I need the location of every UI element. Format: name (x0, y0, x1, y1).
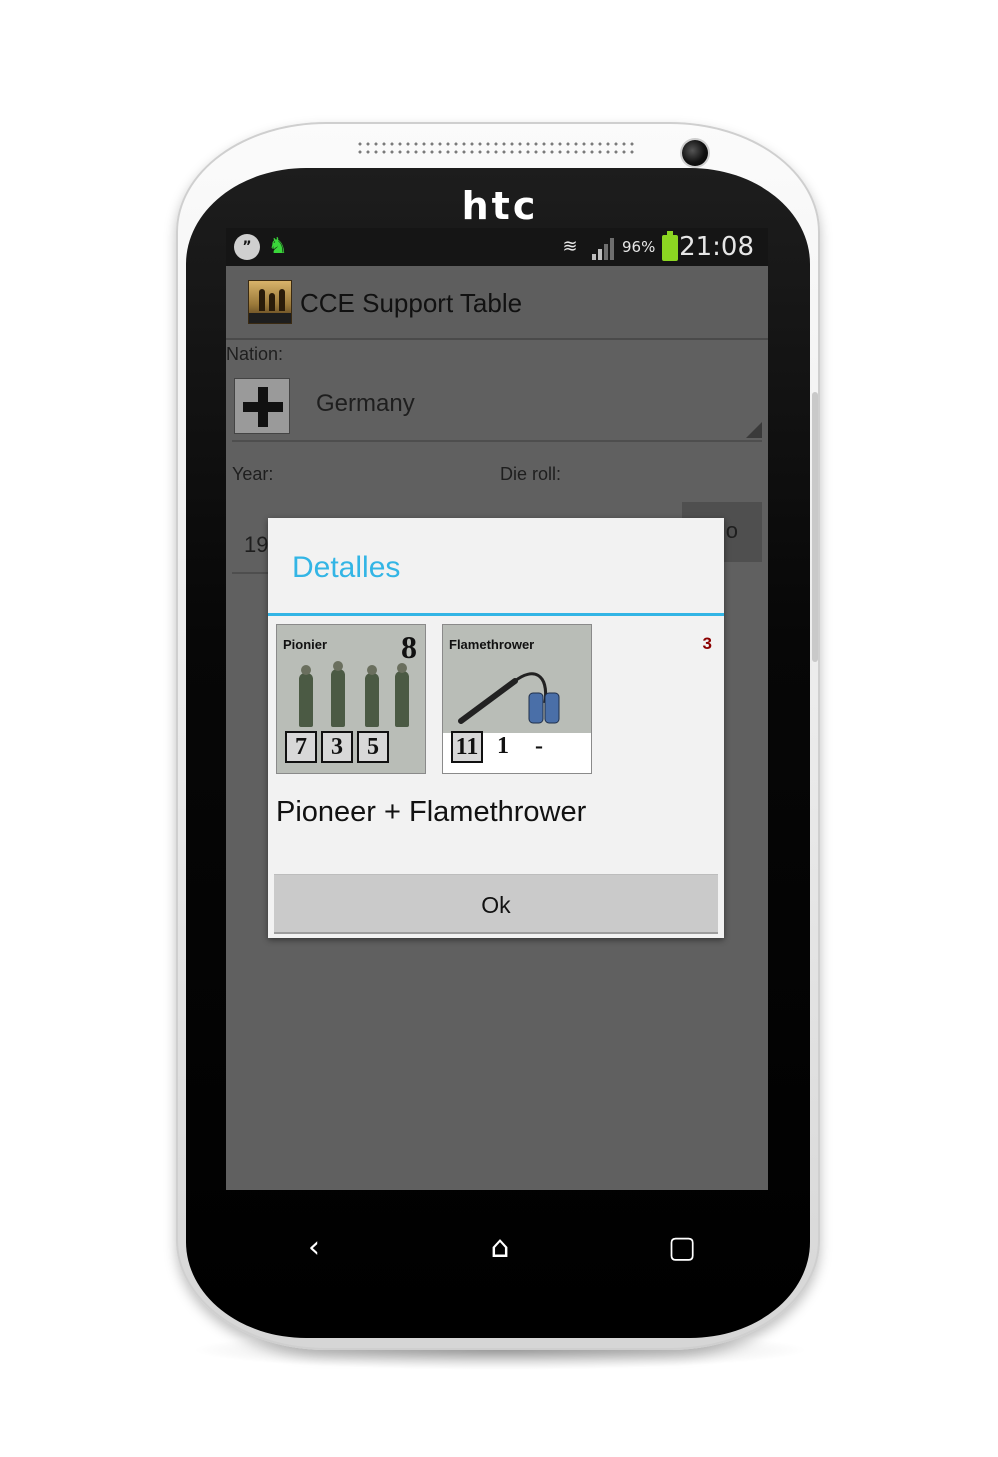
counter-morale: 8 (401, 629, 417, 665)
app-title: CCE Support Table (300, 288, 523, 318)
screen: ” ♞ ≋ 96% 21:08 CCE Support Table Nation… (226, 228, 768, 1190)
iron-cross-flag-icon (234, 378, 290, 434)
stat-firepower: 7 (285, 731, 317, 763)
stat-firepower: 11 (451, 731, 483, 763)
nation-value: Germany (316, 390, 415, 417)
brand-logo: htc (461, 184, 539, 228)
app-notification-icon: ♞ (268, 234, 288, 259)
battery-percent: 96% (622, 238, 656, 256)
front-camera (682, 140, 708, 166)
app-icon[interactable] (248, 280, 292, 324)
result-count: 3 (702, 634, 712, 653)
soldiers-art (287, 661, 417, 727)
hangouts-icon: ” (234, 234, 260, 260)
nation-spinner[interactable]: Germany (232, 374, 762, 442)
status-clock: 21:08 (679, 232, 754, 262)
dialog-title: Detalles (292, 551, 401, 584)
wifi-icon: ≋ (562, 236, 578, 257)
nation-label: Nation: (226, 344, 284, 364)
back-icon[interactable]: ‹ (292, 1228, 336, 1268)
battery-icon (662, 231, 678, 261)
counter-name: Flamethrower (449, 637, 535, 652)
ok-button[interactable]: Ok (274, 874, 718, 934)
status-bar: ” ♞ ≋ 96% 21:08 (226, 228, 768, 266)
home-icon[interactable]: ⌂ (478, 1228, 522, 1268)
stat-movement: 5 (357, 731, 389, 763)
details-dialog: Detalles Pionier 8 735 Flamethrower 11 1… (268, 518, 724, 938)
signal-icon (592, 236, 618, 260)
volume-button (812, 392, 818, 662)
stat-movement: - (535, 733, 543, 759)
counter-stats: 11 1- (451, 731, 585, 765)
counter-name: Pionier (283, 637, 328, 652)
action-bar: CCE Support Table (226, 266, 768, 340)
recents-icon[interactable]: ▢ (660, 1228, 704, 1268)
dialog-divider (268, 613, 724, 616)
speaker-grille (356, 140, 636, 156)
dialog-message: Pioneer + Flamethrower (276, 796, 587, 828)
counter-stats: 735 (285, 731, 419, 765)
die-roll-label: Die roll: (500, 464, 562, 484)
flamethrower-counter: Flamethrower 11 1- (442, 624, 592, 774)
year-label: Year: (232, 464, 274, 484)
pionier-counter: Pionier 8 735 (276, 624, 426, 774)
stat-range: 1 (497, 733, 509, 759)
stat-range: 3 (321, 731, 353, 763)
flamethrower-art (453, 663, 583, 727)
